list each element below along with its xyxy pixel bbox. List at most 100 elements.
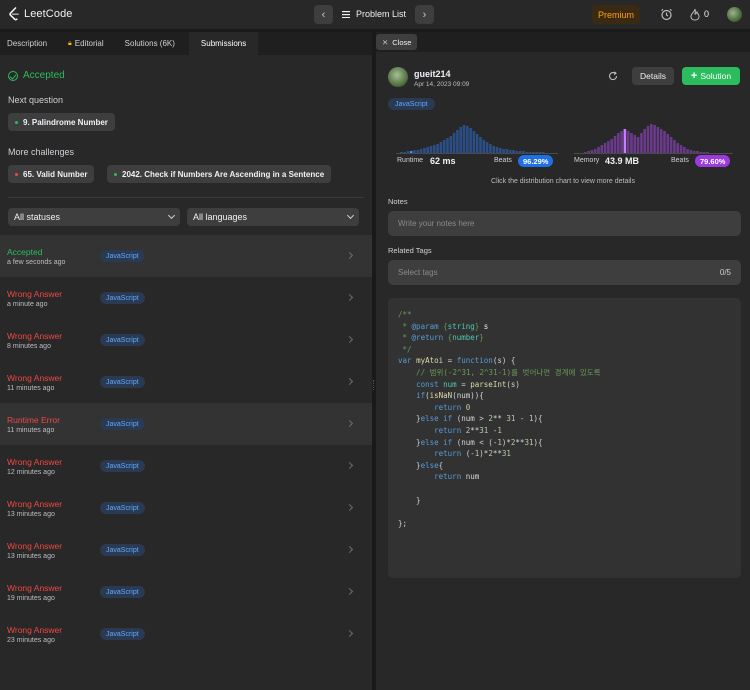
notes-input[interactable]: Write your notes here [388, 211, 741, 236]
runtime-distribution-bar [541, 152, 545, 153]
runtime-distribution-bar [416, 150, 420, 153]
chevron-left-icon: ‹ [321, 8, 326, 21]
code-line: return 0 [434, 402, 471, 412]
tab-label: Description [7, 39, 48, 48]
chevron-right-icon [345, 335, 354, 344]
tab-editorial[interactable]: 🔒︎ Editorial [54, 32, 111, 55]
memory-distribution-bar [617, 133, 620, 153]
chip-label: 2042. Check if Numbers Are Ascending in … [122, 169, 325, 179]
submission-row[interactable]: Accepted a few seconds ago JavaScript [0, 235, 372, 277]
close-icon: ✕ [382, 37, 389, 47]
runtime-distribution-bar [452, 133, 456, 153]
alarm-clock-icon[interactable] [660, 8, 673, 21]
submission-status: Wrong Answer [7, 373, 63, 383]
leetcode-logo-icon [9, 7, 19, 21]
language-filter-select[interactable]: All languages [187, 208, 359, 226]
brand-logo[interactable]: LeetCode [8, 7, 73, 21]
submission-row[interactable]: Wrong Answer 13 minutes ago JavaScript [0, 529, 372, 571]
language-badge: JavaScript [100, 292, 145, 304]
chart-hint: Click the distribution chart to view mor… [491, 178, 635, 185]
memory-distribution-bar [669, 137, 673, 153]
tags-select[interactable]: Select tags 0/5 [388, 260, 741, 285]
submission-row[interactable]: Wrong Answer 13 minutes ago JavaScript [0, 487, 372, 529]
result-heading: Accepted [8, 70, 65, 81]
submission-row[interactable]: Runtime Error 11 minutes ago JavaScript [0, 403, 372, 445]
memory-distribution-bar [626, 131, 630, 153]
code-line: var myAtoi = function(s) { [398, 356, 516, 366]
close-button[interactable]: ✕ Close [376, 34, 418, 50]
runtime-distribution-bar [538, 152, 542, 153]
chevron-right-icon [345, 251, 354, 260]
problem-list-button[interactable]: Problem List [342, 9, 406, 19]
runtime-distribution-bar [446, 138, 449, 153]
status-filter-select[interactable]: All statuses [8, 208, 180, 226]
submission-row[interactable]: Wrong Answer 19 minutes ago JavaScript [0, 571, 372, 613]
chevron-down-icon [346, 211, 355, 220]
problem-list-label: Problem List [356, 9, 407, 19]
runtime-distribution-bar [495, 147, 499, 153]
memory-distribution-bar [686, 149, 689, 153]
submission-row[interactable]: Wrong Answer 12 minutes ago JavaScript [0, 445, 372, 487]
memory-distribution-bar [699, 152, 703, 153]
runtime-distribution-bar [535, 152, 538, 153]
runtime-distribution-bar [472, 131, 476, 153]
submission-status: Wrong Answer [7, 583, 63, 593]
code-line: }else{ [398, 460, 444, 470]
memory-distribution-bar [663, 131, 666, 153]
next-question-chip[interactable]: 9. Palindrome Number [8, 113, 115, 131]
avatar[interactable] [388, 67, 408, 87]
chevron-right-icon [345, 503, 354, 512]
language-badge: JavaScript [100, 334, 145, 346]
code-view[interactable]: /** * @param {string} s * @return {numbe… [388, 298, 741, 578]
submission-time: 13 minutes ago [7, 553, 55, 560]
flame-icon[interactable] [690, 8, 700, 21]
runtime-distribution-bar [413, 150, 416, 153]
tab-submissions[interactable]: Submissions [188, 32, 259, 55]
code-line: * @param {string} s [398, 321, 489, 331]
solution-button[interactable]: + Solution [682, 67, 740, 85]
submission-row[interactable]: Wrong Answer a minute ago JavaScript [0, 277, 372, 319]
next-problem-button[interactable]: › [415, 5, 434, 24]
streak-count: 0 [704, 9, 710, 19]
drag-grip-icon [373, 380, 375, 390]
notes-placeholder: Write your notes here [398, 219, 475, 228]
list-icon [342, 10, 350, 18]
code-line: }else if (num > 2** 31 - 1){ [398, 414, 543, 424]
submission-row[interactable]: Wrong Answer 23 minutes ago JavaScript [0, 613, 372, 655]
language-badge: JavaScript [100, 418, 145, 430]
submission-status: Runtime Error [7, 415, 60, 425]
memory-distribution-bar [636, 137, 640, 153]
language-filter-value: All languages [193, 212, 248, 222]
notes-label: Notes [388, 197, 408, 206]
tab-solutions[interactable]: Solutions (6K) [111, 32, 182, 55]
solution-label: Solution [700, 71, 732, 81]
runtime-distribution-bar [515, 151, 519, 153]
submission-row[interactable]: Wrong Answer 11 minutes ago JavaScript [0, 361, 372, 403]
submission-row[interactable]: Wrong Answer 8 minutes ago JavaScript [0, 319, 372, 361]
code-line: }; [398, 518, 408, 528]
chevron-down-icon [167, 211, 176, 220]
details-button[interactable]: Details [632, 67, 674, 85]
runtime-distribution-bar [459, 127, 462, 153]
premium-button[interactable]: Premium [592, 5, 640, 24]
easy-dot-icon [114, 172, 117, 176]
runtime-distribution-bar [423, 148, 426, 153]
distribution-chart[interactable] [388, 117, 740, 155]
code-line: if(isNaN(num)){ [416, 391, 484, 401]
submission-user[interactable]: gueit214 [414, 69, 451, 79]
brand-name: LeetCode [24, 8, 73, 20]
prev-problem-button[interactable]: ‹ [314, 5, 333, 24]
chevron-right-icon [345, 545, 354, 554]
tab-description[interactable]: Description [0, 32, 54, 55]
avatar[interactable] [727, 7, 742, 22]
result-label: Accepted [23, 70, 65, 81]
memory-distribution-bar [702, 152, 706, 153]
challenge-chip[interactable]: 65. Valid Number [8, 165, 95, 183]
runtime-distribution-bar [482, 140, 486, 153]
memory-distribution-bar [679, 145, 683, 153]
chevron-right-icon [345, 293, 354, 302]
challenge-chip[interactable]: 2042. Check if Numbers Are Ascending in … [107, 165, 332, 183]
refresh-icon[interactable] [608, 71, 618, 81]
next-question-label: Next question [8, 95, 64, 105]
chevron-right-icon [345, 587, 354, 596]
